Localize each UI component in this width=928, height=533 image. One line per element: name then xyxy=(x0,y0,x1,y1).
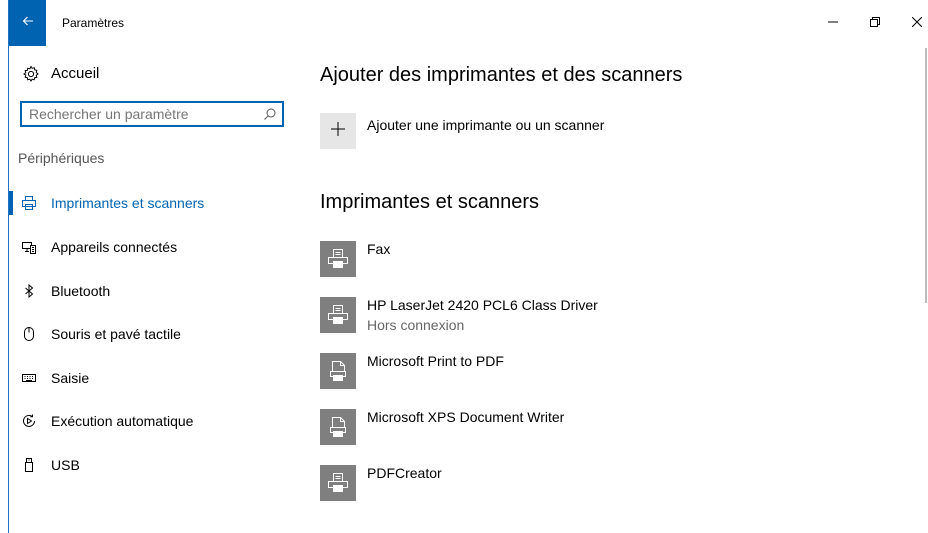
add-printer-button[interactable] xyxy=(320,113,356,149)
mouse-icon xyxy=(21,326,37,342)
sidebar-item-label: Saisie xyxy=(51,370,90,386)
selection-indicator xyxy=(9,191,13,215)
print-to-file-icon xyxy=(320,353,356,389)
printer-icon xyxy=(320,297,356,333)
scrollbar-thumb[interactable] xyxy=(925,48,927,303)
printer-icon xyxy=(21,195,37,211)
printer-icon xyxy=(320,241,356,277)
device-name: PDFCreator xyxy=(367,465,442,481)
keyboard-icon xyxy=(21,370,37,386)
connected-devices-icon xyxy=(21,239,37,255)
bluetooth-icon xyxy=(21,283,37,299)
sidebar-item-mouse[interactable]: Souris et pavé tactile xyxy=(9,319,299,349)
device-item[interactable]: Microsoft XPS Document Writer xyxy=(320,409,820,451)
print-to-file-icon xyxy=(320,409,356,445)
restore-icon xyxy=(870,14,880,32)
device-name: Fax xyxy=(367,241,391,257)
sidebar-item-printers[interactable]: Imprimantes et scanners xyxy=(9,188,299,218)
device-item[interactable]: Microsoft Print to PDF xyxy=(320,353,820,395)
search-input[interactable] xyxy=(22,103,264,125)
device-name: HP LaserJet 2420 PCL6 Class Driver xyxy=(367,297,598,313)
printer-icon xyxy=(320,465,356,501)
sidebar-item-label: Souris et pavé tactile xyxy=(51,326,181,342)
close-button[interactable] xyxy=(894,10,928,36)
minimize-button[interactable] xyxy=(810,10,856,36)
sidebar-item-label: Imprimantes et scanners xyxy=(51,195,205,211)
device-name: Microsoft Print to PDF xyxy=(367,353,504,369)
close-icon xyxy=(911,14,923,32)
sidebar-item-label: Exécution automatique xyxy=(51,413,194,429)
device-item[interactable]: Fax xyxy=(320,241,820,283)
sidebar-item-bluetooth[interactable]: Bluetooth xyxy=(9,276,299,306)
search-icon[interactable] xyxy=(263,107,277,121)
sidebar-item-home[interactable]: Accueil xyxy=(9,61,299,87)
gear-icon xyxy=(22,65,40,83)
device-name: Microsoft XPS Document Writer xyxy=(367,409,565,425)
sidebar: Accueil Périphériques Imprimantes et sca… xyxy=(9,46,299,533)
search-box xyxy=(20,101,284,127)
device-status: Hors connexion xyxy=(367,317,465,333)
title-bar: Paramètres xyxy=(9,0,928,46)
sidebar-item-connected-devices[interactable]: Appareils connectés xyxy=(9,232,299,262)
sidebar-item-autoplay[interactable]: Exécution automatique xyxy=(9,406,299,436)
section-label: Périphériques xyxy=(18,150,105,166)
sidebar-item-label: USB xyxy=(51,457,80,473)
add-printer-label[interactable]: Ajouter une imprimante ou un scanner xyxy=(367,117,604,133)
autoplay-icon xyxy=(21,413,37,429)
restore-button[interactable] xyxy=(852,10,898,36)
sidebar-item-typing[interactable]: Saisie xyxy=(9,363,299,393)
device-item[interactable]: HP LaserJet 2420 PCL6 Class Driver Hors … xyxy=(320,297,820,339)
arrow-left-icon xyxy=(22,14,34,32)
vertical-scrollbar[interactable] xyxy=(920,46,928,533)
printers-list-heading: Imprimantes et scanners xyxy=(320,191,539,213)
usb-icon xyxy=(21,457,37,473)
main-content: Ajouter des imprimantes et des scanners … xyxy=(320,46,910,533)
sidebar-item-label: Bluetooth xyxy=(51,283,111,299)
device-item[interactable]: PDFCreator xyxy=(320,465,820,507)
sidebar-home-label: Accueil xyxy=(51,65,100,82)
back-button[interactable] xyxy=(9,0,46,46)
window-title: Paramètres xyxy=(62,16,125,30)
minimize-icon xyxy=(828,14,838,32)
add-section-heading: Ajouter des imprimantes et des scanners xyxy=(320,64,683,86)
plus-icon xyxy=(331,121,345,141)
sidebar-item-label: Appareils connectés xyxy=(51,239,178,255)
sidebar-item-usb[interactable]: USB xyxy=(9,450,299,480)
